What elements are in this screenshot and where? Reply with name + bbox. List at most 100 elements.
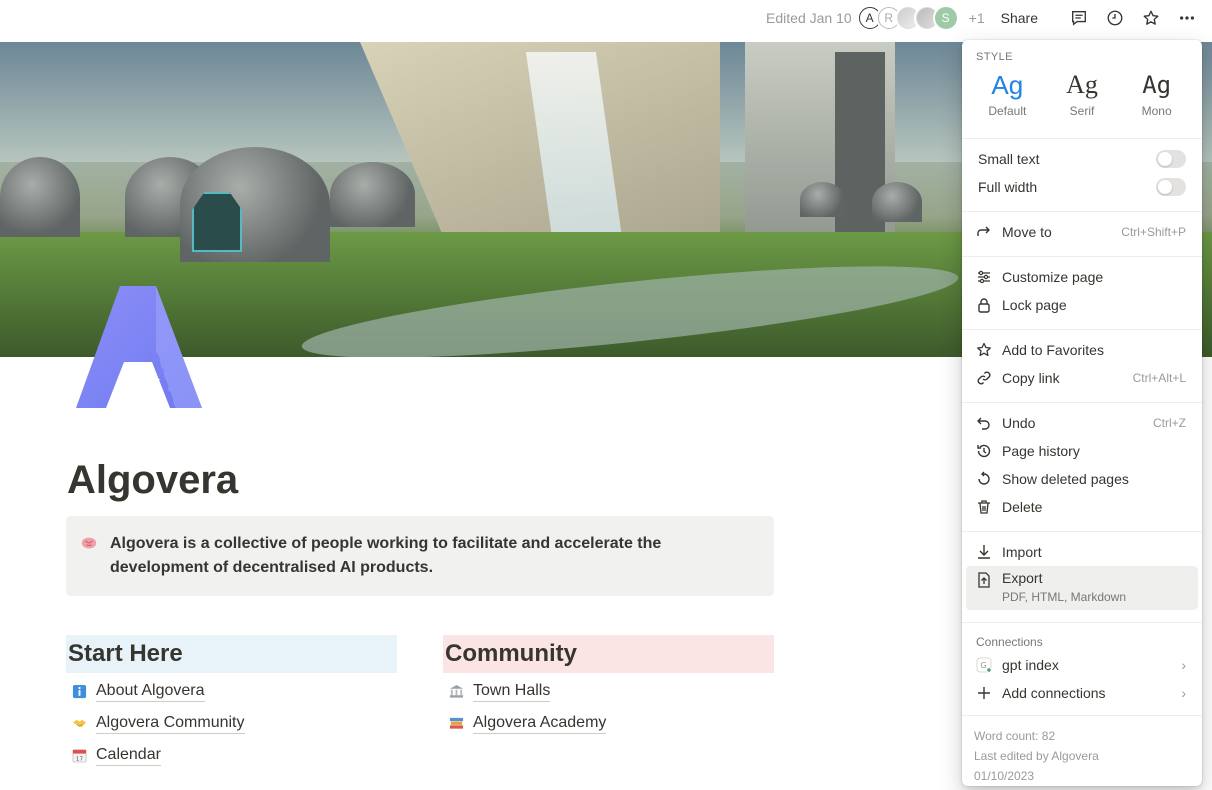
undo-shortcut: Ctrl+Z [1153, 416, 1186, 430]
lock-page-label: Lock page [1002, 297, 1067, 313]
small-text-label: Small text [978, 151, 1040, 167]
brain-icon[interactable] [80, 534, 98, 552]
style-mono-option[interactable]: Ag Mono [1126, 68, 1188, 128]
avatar[interactable]: S [934, 7, 957, 29]
add-connections-label: Add connections [1002, 685, 1106, 701]
edited-timestamp[interactable]: Edited Jan 10 [766, 10, 852, 26]
gpt-index-label: gpt index [1002, 657, 1059, 673]
full-width-row[interactable]: Full width [962, 173, 1202, 201]
list-item[interactable]: Town Halls [443, 675, 774, 707]
history-clock-icon [974, 441, 994, 461]
style-mono-glyph: Ag [1142, 71, 1172, 99]
undo-label: Undo [1002, 415, 1036, 431]
add-connections-item[interactable]: Add connections › [962, 679, 1202, 707]
list-item[interactable]: Algovera Academy [443, 707, 774, 739]
list-item[interactable]: About Algovera [66, 675, 397, 707]
customize-page-label: Customize page [1002, 269, 1104, 285]
start-here-heading[interactable]: Start Here [66, 635, 397, 673]
svg-text:G: G [980, 661, 986, 670]
callout-block[interactable]: Algovera is a collective of people worki… [66, 516, 774, 596]
collaborator-avatars[interactable]: A R S [858, 7, 957, 29]
page-title[interactable]: Algovera [67, 458, 238, 503]
show-deleted-pages-label: Show deleted pages [1002, 471, 1129, 487]
comment-icon[interactable] [1068, 7, 1090, 29]
copy-link-shortcut: Ctrl+Alt+L [1132, 371, 1186, 385]
town-halls-link[interactable]: Town Halls [473, 681, 551, 702]
algovera-academy-link[interactable]: Algovera Academy [473, 713, 607, 734]
calendar-link[interactable]: Calendar [96, 745, 161, 766]
last-edited-date: 01/10/2023 [974, 769, 1035, 783]
cover-dome [0, 157, 80, 237]
page-icon-logo[interactable] [72, 282, 204, 410]
undo-item[interactable]: Undo Ctrl+Z [962, 409, 1202, 437]
info-icon [70, 682, 88, 700]
add-to-favorites-label: Add to Favorites [1002, 342, 1104, 358]
page-info-footer: Word count: 82 Last edited by Algovera 0… [962, 722, 1202, 786]
full-width-label: Full width [978, 179, 1038, 195]
cover-dome [872, 182, 922, 222]
export-label: Export [1002, 570, 1043, 586]
lock-icon [974, 295, 994, 315]
share-button[interactable]: Share [1001, 10, 1038, 26]
chevron-right-icon: › [1181, 657, 1186, 673]
style-serif-glyph: Ag [1066, 70, 1098, 99]
calendar-icon: 17 [70, 746, 88, 764]
export-item[interactable]: Export PDF, HTML, Markdown [966, 566, 1198, 610]
move-to-item[interactable]: Move to Ctrl+Shift+P [962, 218, 1202, 246]
style-serif-label: Serif [1069, 104, 1095, 118]
cover-dome [330, 162, 415, 227]
trash-icon [974, 497, 994, 517]
more-options-icon[interactable] [1176, 7, 1198, 29]
updates-clock-icon[interactable] [1104, 7, 1126, 29]
page-history-item[interactable]: Page history [962, 437, 1202, 465]
small-text-toggle[interactable] [1156, 150, 1186, 168]
link-icon [974, 368, 994, 388]
restore-icon [974, 469, 994, 489]
community-heading[interactable]: Community [443, 635, 774, 673]
handshake-icon [70, 714, 88, 732]
sliders-icon [974, 267, 994, 287]
lock-page-item[interactable]: Lock page [962, 291, 1202, 319]
font-style-picker: Ag Default Ag Serif Ag Mono [962, 64, 1202, 128]
page-history-label: Page history [1002, 443, 1080, 459]
customize-page-item[interactable]: Customize page [962, 263, 1202, 291]
small-text-row[interactable]: Small text [962, 145, 1202, 173]
divider [962, 715, 1202, 716]
import-arrow-icon [974, 542, 994, 562]
style-default-option[interactable]: Ag Default [976, 68, 1038, 128]
plus-icon [974, 683, 994, 703]
divider [962, 211, 1202, 212]
import-item[interactable]: Import [962, 538, 1202, 566]
divider [962, 329, 1202, 330]
star-icon [974, 340, 994, 360]
delete-label: Delete [1002, 499, 1043, 515]
divider [962, 531, 1202, 532]
show-deleted-pages-item[interactable]: Show deleted pages [962, 465, 1202, 493]
move-to-shortcut: Ctrl+Shift+P [1121, 225, 1186, 239]
move-to-label: Move to [1002, 224, 1052, 240]
divider [962, 402, 1202, 403]
callout-text[interactable]: Algovera is a collective of people worki… [110, 532, 730, 580]
style-serif-option[interactable]: Ag Serif [1051, 68, 1113, 128]
undo-icon [974, 413, 994, 433]
delete-item[interactable]: Delete [962, 493, 1202, 521]
gpt-index-connection[interactable]: G gpt index › [962, 651, 1202, 679]
community-column: Community Town Halls Algovera Academy [443, 635, 774, 739]
import-label: Import [1002, 544, 1042, 560]
algovera-community-link[interactable]: Algovera Community [96, 713, 245, 734]
copy-link-item[interactable]: Copy link Ctrl+Alt+L [962, 364, 1202, 392]
full-width-toggle[interactable] [1156, 178, 1186, 196]
start-here-column: Start Here About Algovera Algovera Commu… [66, 635, 397, 771]
favorite-star-icon[interactable] [1140, 7, 1162, 29]
style-section-label: STYLE [976, 51, 1013, 63]
divider [962, 256, 1202, 257]
list-item[interactable]: 17 Calendar [66, 739, 397, 771]
about-algovera-link[interactable]: About Algovera [96, 681, 205, 702]
google-g-icon: G [974, 655, 994, 675]
extra-collaborators-count[interactable]: +1 [969, 10, 985, 26]
style-mono-label: Mono [1141, 104, 1172, 118]
chevron-right-icon: › [1181, 685, 1186, 701]
last-edited-by: Last edited by Algovera [974, 749, 1099, 763]
add-to-favorites-item[interactable]: Add to Favorites [962, 336, 1202, 364]
list-item[interactable]: Algovera Community [66, 707, 397, 739]
